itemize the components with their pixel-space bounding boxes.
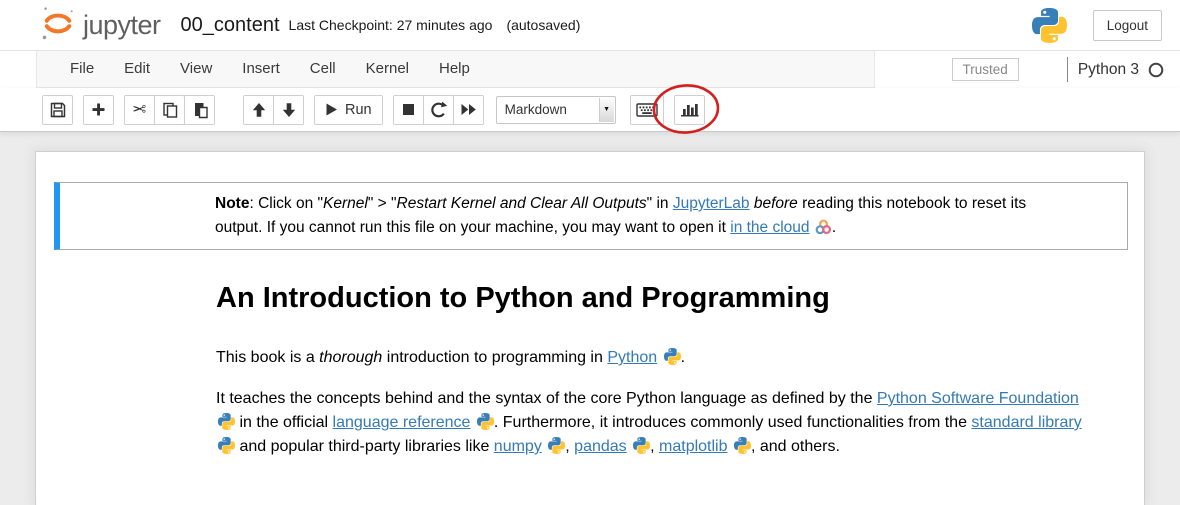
stop-icon (400, 101, 417, 118)
refresh-icon (429, 101, 448, 119)
plus-icon (90, 101, 107, 118)
jupyter-wordmark: jupyter (83, 10, 161, 41)
notebook-container: Note: Click on "Kernel" > "Restart Kerne… (35, 151, 1145, 505)
menu-file[interactable]: File (55, 51, 109, 87)
interrupt-kernel-button[interactable] (393, 95, 424, 125)
inline-link[interactable]: Python (607, 349, 657, 366)
intro-paragraph: This book is a thorough introduction to … (216, 346, 1122, 370)
paste-icon (191, 101, 209, 119)
arrow-up-icon (250, 101, 268, 119)
notebook-status-area: Trusted Python 3 (952, 51, 1164, 88)
inline-link[interactable]: in the cloud (730, 219, 809, 236)
trusted-badge: Trusted (952, 58, 1019, 81)
markdown-cell-note-selected[interactable]: Note: Click on "Kernel" > "Restart Kerne… (54, 182, 1128, 250)
header-right: Logout (1032, 8, 1180, 43)
bar-chart-icon (680, 101, 699, 118)
restart-run-all-button[interactable] (453, 95, 484, 125)
keyboard-icon (636, 102, 658, 118)
run-label: Run (345, 102, 372, 118)
python-logo-icon (1032, 8, 1067, 43)
menu-strip: File Edit View Insert Cell Kernel Help (36, 51, 875, 88)
inline-link[interactable]: JupyterLab (673, 195, 750, 212)
inline-link[interactable]: matplotlib (659, 438, 727, 455)
menu-view[interactable]: View (165, 51, 227, 87)
menu-insert[interactable]: Insert (227, 51, 295, 87)
insert-cell-below-button[interactable] (83, 95, 114, 125)
restart-kernel-button[interactable] (423, 95, 454, 125)
kernel-idle-indicator-icon (1148, 62, 1164, 78)
inline-link[interactable]: numpy (494, 438, 542, 455)
nbextension-chart-button[interactable] (674, 95, 705, 125)
arrow-down-icon (280, 101, 298, 119)
dropdown-arrow-icon: ▼ (599, 98, 614, 122)
binder-icon (815, 219, 832, 236)
menu-cell[interactable]: Cell (295, 51, 351, 87)
run-cell-button[interactable]: Run (314, 95, 383, 125)
scissors-icon: ✂ (132, 101, 146, 118)
move-cell-down-button[interactable] (273, 95, 304, 125)
cell-type-dropdown[interactable]: Markdown ▼ (496, 96, 616, 124)
command-palette-button[interactable] (630, 95, 664, 125)
inline-link[interactable]: language reference (333, 414, 471, 431)
notebook-toolbar: ✂ (0, 88, 1180, 132)
fast-forward-icon (460, 102, 477, 117)
kernel-divider (1067, 57, 1068, 82)
python-icon (218, 437, 235, 454)
logout-button[interactable]: Logout (1093, 10, 1162, 41)
python-icon (734, 437, 751, 454)
details-paragraph: It teaches the concepts behind and the s… (216, 387, 1122, 459)
python-icon (477, 413, 494, 430)
inline-link[interactable]: Python Software Foundation (877, 390, 1079, 407)
notebook-title[interactable]: 00_content (181, 14, 280, 37)
menu-kernel[interactable]: Kernel (351, 51, 424, 87)
jupyter-logo-icon (40, 4, 76, 47)
python-icon (218, 413, 235, 430)
markdown-cell-content[interactable]: An Introduction to Python and Programmin… (54, 282, 1128, 459)
play-icon (325, 102, 338, 117)
kernel-name: Python 3 (1078, 61, 1139, 79)
python-icon (548, 437, 565, 454)
inline-link[interactable]: standard library (971, 414, 1081, 431)
cell-type-value: Markdown (505, 102, 567, 117)
notebook-header: jupyter 00_content Last Checkpoint: 27 m… (0, 0, 1180, 50)
paste-cell-button[interactable] (184, 95, 215, 125)
move-cell-up-button[interactable] (243, 95, 274, 125)
inline-link[interactable]: pandas (574, 438, 627, 455)
save-button[interactable] (42, 95, 73, 125)
checkpoint-status: Last Checkpoint: 27 minutes ago (289, 17, 493, 33)
menubar: File Edit View Insert Cell Kernel Help T… (0, 50, 1180, 88)
jupyter-logo[interactable]: jupyter (40, 4, 161, 47)
save-icon (49, 101, 67, 119)
python-icon (633, 437, 650, 454)
menu-help[interactable]: Help (424, 51, 485, 87)
notebook-page-background: Note: Click on "Kernel" > "Restart Kerne… (0, 132, 1180, 505)
cut-cell-button[interactable]: ✂ (124, 95, 155, 125)
autosave-status: (autosaved) (506, 17, 580, 33)
copy-icon (161, 101, 179, 119)
copy-cell-button[interactable] (154, 95, 185, 125)
python-icon (664, 348, 681, 365)
menu-edit[interactable]: Edit (109, 51, 165, 87)
page-title: An Introduction to Python and Programmin… (216, 282, 1122, 315)
jupyter-notebook-app: jupyter 00_content Last Checkpoint: 27 m… (0, 0, 1180, 505)
